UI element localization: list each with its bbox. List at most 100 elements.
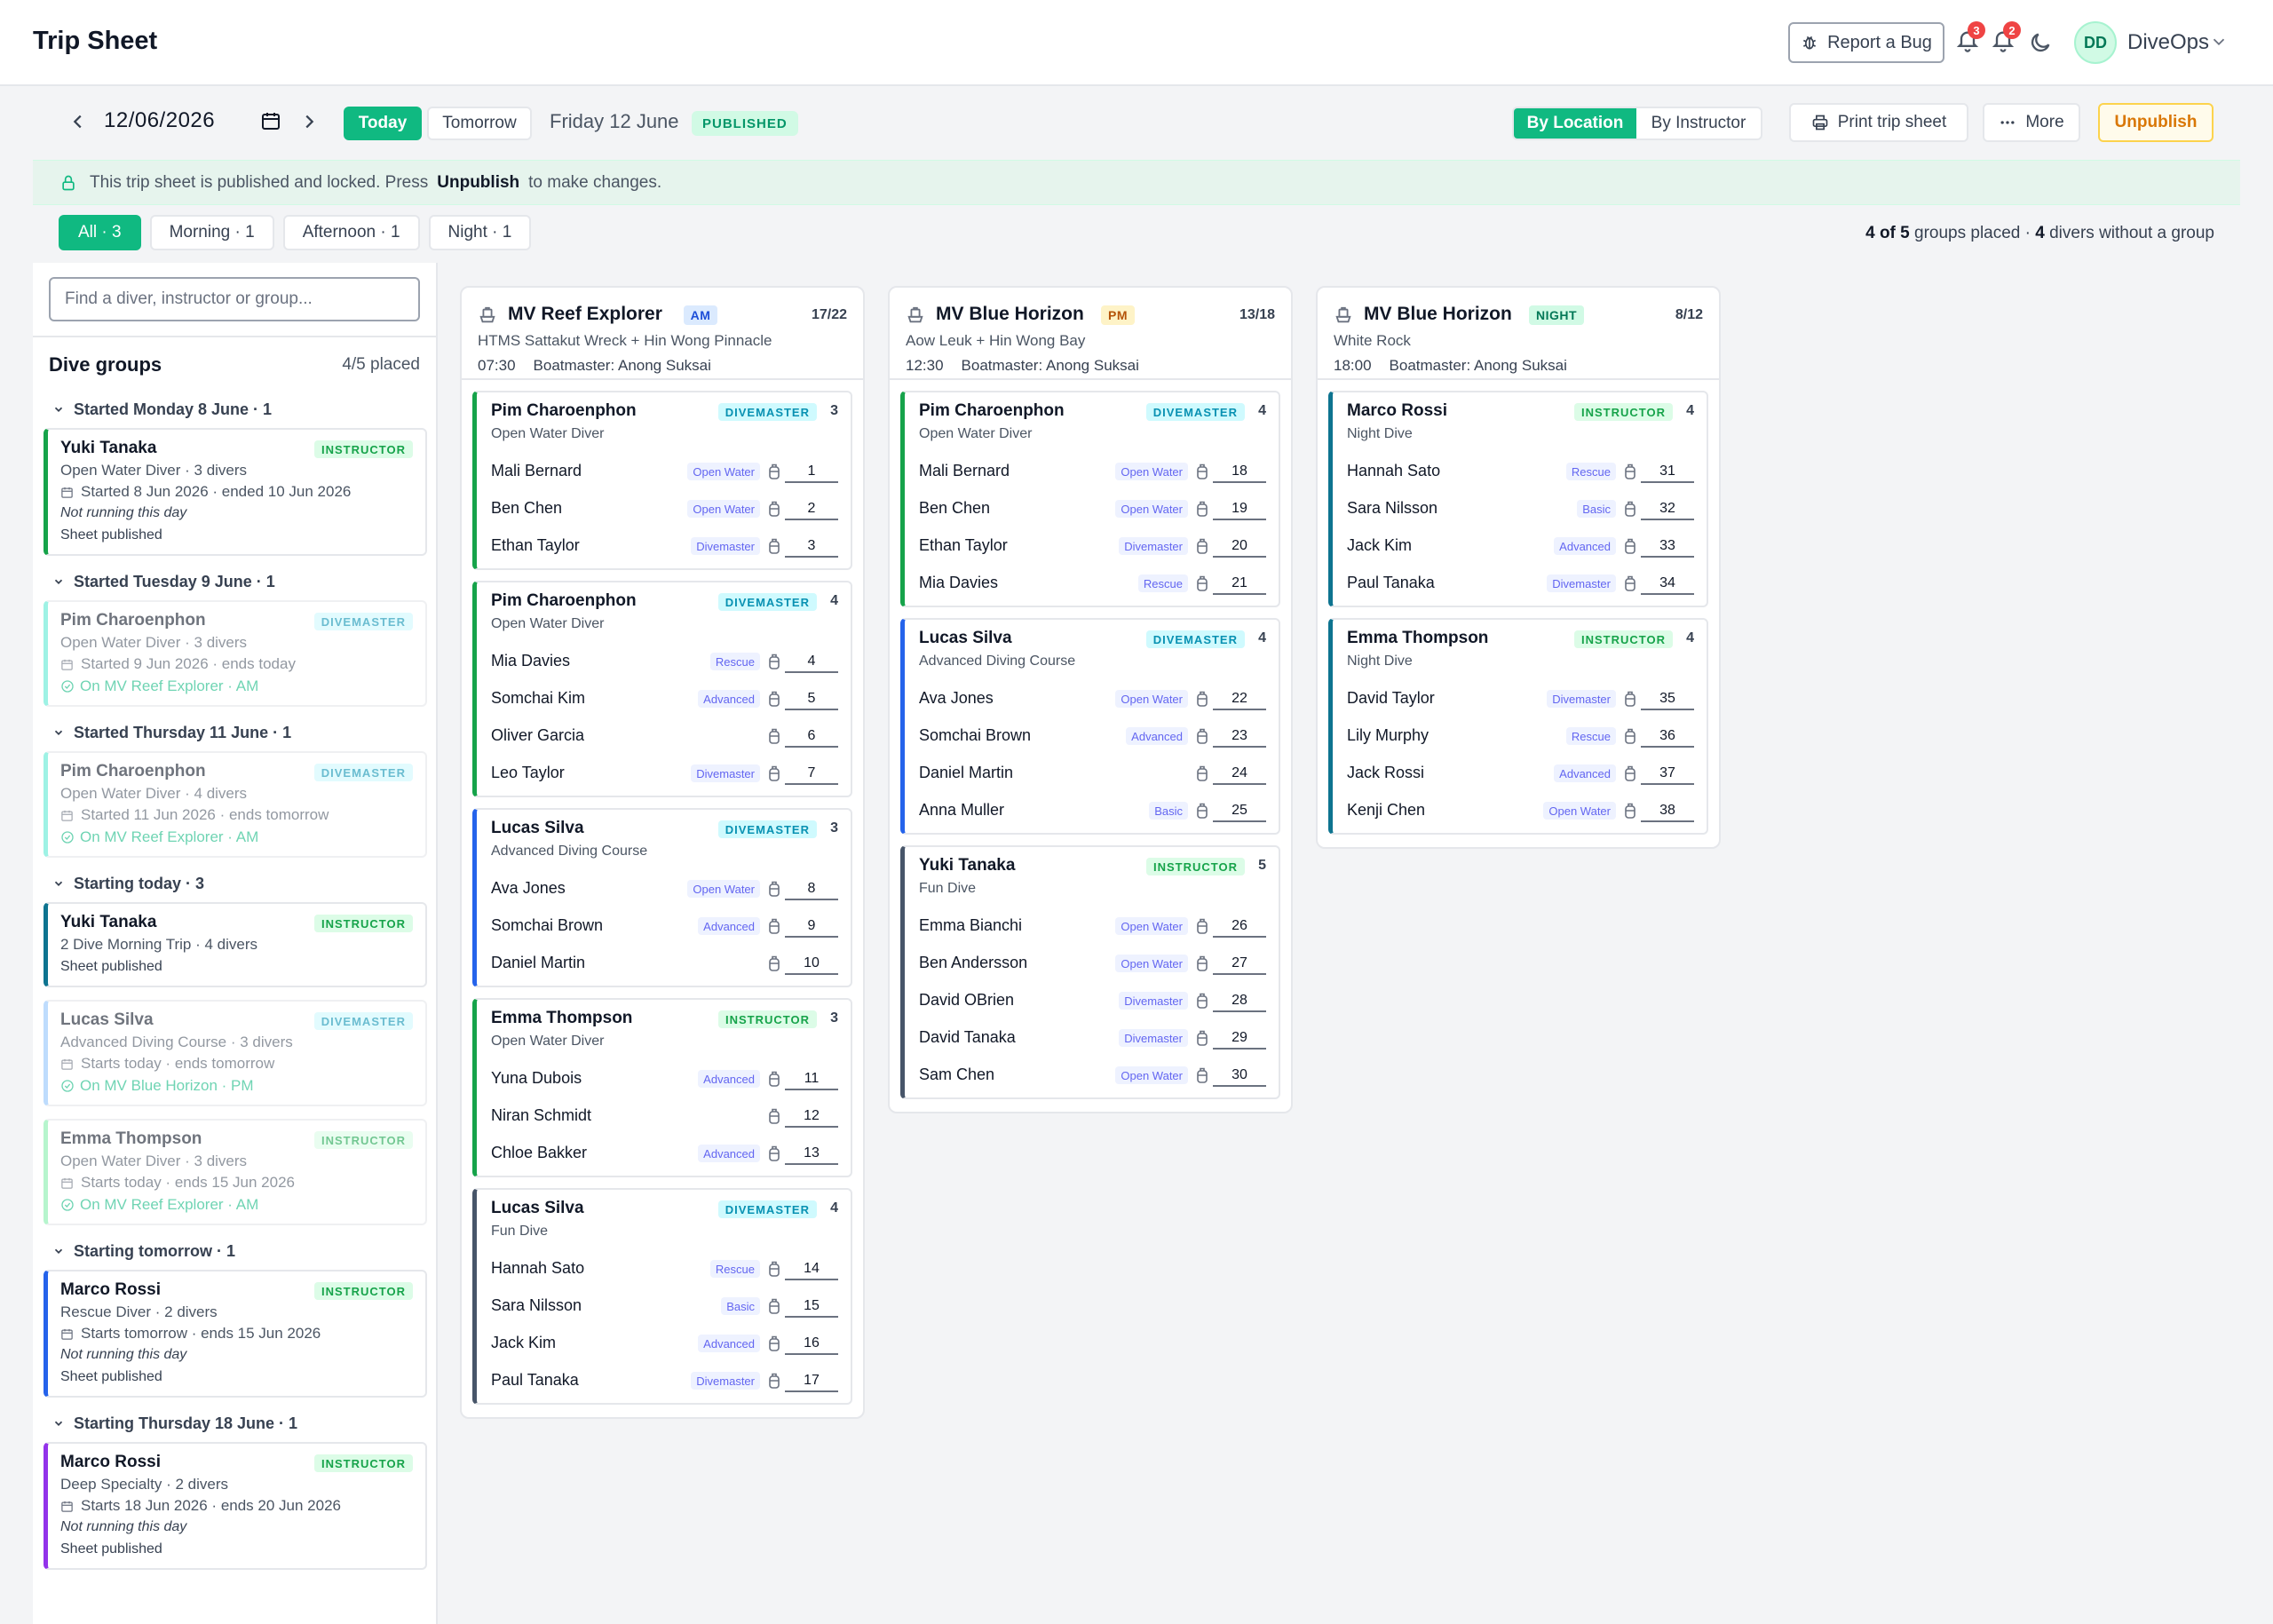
diver-row[interactable]: Oliver Garcia 6 [477, 717, 851, 755]
diver-row[interactable]: Sara Nilsson Basic 15 [477, 1287, 851, 1325]
tank-number-field[interactable]: 7 [785, 762, 838, 785]
chevron-right-icon[interactable] [299, 112, 319, 131]
trip-group[interactable]: Emma Thompson Night Dive INSTRUCTOR 4 David … [1328, 618, 1708, 835]
tank-number-field[interactable]: 15 [785, 1295, 838, 1318]
diver-row[interactable]: Kenji Chen Open Water 38 [1333, 792, 1707, 829]
tank-number-field[interactable]: 25 [1213, 799, 1266, 822]
chevron-left-icon[interactable] [68, 112, 88, 131]
tank-number-field[interactable]: 1 [785, 460, 838, 483]
group-card[interactable]: Pim Charoenphon DIVEMASTER Open Water Dive… [44, 751, 427, 858]
tank-number-field[interactable]: 3 [785, 535, 838, 558]
trip-group[interactable]: Lucas Silva Advanced Diving Course DIVEMAS… [472, 808, 852, 987]
diver-row[interactable]: Ben Chen Open Water 19 [905, 490, 1279, 527]
diver-row[interactable]: Ethan Taylor Divemaster 3 [477, 527, 851, 565]
diver-row[interactable]: David Taylor Divemaster 35 [1333, 680, 1707, 717]
chevron-down-icon[interactable] [2209, 32, 2229, 51]
diver-row[interactable]: David OBrien Divemaster 28 [905, 982, 1279, 1019]
tank-number-field[interactable]: 8 [785, 877, 838, 900]
tank-number-field[interactable]: 29 [1213, 1026, 1266, 1050]
diver-row[interactable]: Paul Tanaka Divemaster 17 [477, 1362, 851, 1399]
trip-group[interactable]: Marco Rossi Night Dive INSTRUCTOR 4 Hannah S… [1328, 391, 1708, 607]
group-card[interactable]: Yuki Tanaka INSTRUCTOR Open Water Diver · … [44, 428, 427, 556]
tank-number-field[interactable]: 17 [785, 1369, 838, 1392]
section-heading[interactable]: Starting tomorrow · 1 [44, 1238, 427, 1264]
section-heading[interactable]: Started Monday 8 June · 1 [44, 396, 427, 423]
diver-row[interactable]: Ben Chen Open Water 2 [477, 490, 851, 527]
section-heading[interactable]: Starting Thursday 18 June · 1 [44, 1410, 427, 1437]
chevron-down-icon[interactable] [52, 1417, 65, 1430]
diver-row[interactable]: Hannah Sato Rescue 14 [477, 1250, 851, 1287]
diver-row[interactable]: Sam Chen Open Water 30 [905, 1057, 1279, 1094]
chevron-down-icon[interactable] [52, 1245, 65, 1257]
diver-row[interactable]: Leo Taylor Divemaster 7 [477, 755, 851, 792]
chevron-down-icon[interactable] [52, 726, 65, 739]
tank-number-field[interactable]: 12 [785, 1105, 838, 1128]
trip-group[interactable]: Yuki Tanaka Fun Dive INSTRUCTOR 5 Emma Bianc… [900, 845, 1280, 1099]
tank-number-field[interactable]: 11 [785, 1067, 838, 1090]
tank-number-field[interactable]: 14 [785, 1257, 838, 1280]
tank-number-field[interactable]: 13 [785, 1142, 838, 1165]
tank-number-field[interactable]: 23 [1213, 725, 1266, 748]
diver-row[interactable]: Emma Bianchi Open Water 26 [905, 907, 1279, 945]
tank-number-field[interactable]: 34 [1641, 572, 1694, 595]
tank-number-field[interactable]: 5 [785, 687, 838, 710]
print-button[interactable]: Print trip sheet [1789, 103, 1968, 142]
diver-row[interactable]: Somchai Brown Advanced 9 [477, 907, 851, 945]
report-bug-button[interactable]: Report a Bug [1788, 22, 1944, 63]
tank-number-field[interactable]: 30 [1213, 1064, 1266, 1087]
tank-number-field[interactable]: 2 [785, 497, 838, 520]
diver-row[interactable]: Ethan Taylor Divemaster 20 [905, 527, 1279, 565]
today-button[interactable]: Today [344, 107, 422, 140]
group-card[interactable]: Marco Rossi INSTRUCTOR Rescue Diver · 2 di… [44, 1270, 427, 1398]
group-card[interactable]: Lucas Silva DIVEMASTER Advanced Diving Cou… [44, 1000, 427, 1106]
filter-all[interactable]: All · 3 [59, 215, 141, 250]
diver-row[interactable]: Niran Schmidt 12 [477, 1097, 851, 1135]
diver-row[interactable]: Paul Tanaka Divemaster 34 [1333, 565, 1707, 602]
org-name[interactable]: DiveOps [2127, 30, 2209, 55]
diver-row[interactable]: Daniel Martin 24 [905, 755, 1279, 792]
diver-row[interactable]: Jack Kim Advanced 16 [477, 1325, 851, 1362]
filter-night[interactable]: Night · 1 [428, 215, 532, 250]
tank-number-field[interactable]: 26 [1213, 915, 1266, 938]
section-heading[interactable]: Started Thursday 11 June · 1 [44, 719, 427, 746]
tank-number-field[interactable]: 19 [1213, 497, 1266, 520]
diver-row[interactable]: Lily Murphy Rescue 36 [1333, 717, 1707, 755]
avatar[interactable]: DD [2074, 21, 2117, 64]
trip-group[interactable]: Pim Charoenphon Open Water Diver DIVEMASTE… [900, 391, 1280, 607]
section-heading[interactable]: Started Tuesday 9 June · 1 [44, 568, 427, 595]
tank-number-field[interactable]: 10 [785, 952, 838, 975]
tank-number-field[interactable]: 32 [1641, 497, 1694, 520]
diver-row[interactable]: David Tanaka Divemaster 29 [905, 1019, 1279, 1057]
search-input[interactable]: Find a diver, instructor or group... [49, 277, 420, 321]
diver-row[interactable]: Anna Muller Basic 25 [905, 792, 1279, 829]
tank-number-field[interactable]: 18 [1213, 460, 1266, 483]
group-card[interactable]: Pim Charoenphon DIVEMASTER Open Water Dive… [44, 600, 427, 707]
filter-morning[interactable]: Morning · 1 [149, 215, 274, 250]
group-card[interactable]: Marco Rossi INSTRUCTOR Deep Specialty · 2 … [44, 1442, 427, 1570]
filter-afternoon[interactable]: Afternoon · 1 [282, 215, 420, 250]
tank-number-field[interactable]: 31 [1641, 460, 1694, 483]
tank-number-field[interactable]: 24 [1213, 762, 1266, 785]
diver-row[interactable]: Yuna Dubois Advanced 11 [477, 1060, 851, 1097]
tank-number-field[interactable]: 37 [1641, 762, 1694, 785]
diver-row[interactable]: Chloe Bakker Advanced 13 [477, 1135, 851, 1172]
view-by-location-button[interactable]: By Location [1514, 108, 1637, 139]
diver-row[interactable]: Daniel Martin 10 [477, 945, 851, 982]
calendar-icon[interactable] [260, 110, 281, 131]
alerts-button[interactable]: 2 [1991, 21, 2021, 55]
chevron-down-icon[interactable] [52, 403, 65, 416]
diver-row[interactable]: Ava Jones Open Water 8 [477, 870, 851, 907]
tank-number-field[interactable]: 35 [1641, 687, 1694, 710]
diver-row[interactable]: Sara Nilsson Basic 32 [1333, 490, 1707, 527]
tank-number-field[interactable]: 36 [1641, 725, 1694, 748]
tank-number-field[interactable]: 33 [1641, 535, 1694, 558]
diver-row[interactable]: Jack Rossi Advanced 37 [1333, 755, 1707, 792]
notifications-button[interactable]: 3 [1955, 21, 1985, 55]
diver-row[interactable]: Somchai Brown Advanced 23 [905, 717, 1279, 755]
tank-number-field[interactable]: 27 [1213, 952, 1266, 975]
view-by-instructor-button[interactable]: By Instructor [1636, 108, 1761, 139]
date-input[interactable]: 12/06/2026 [104, 108, 215, 133]
chevron-down-icon[interactable] [52, 575, 65, 588]
moon-icon[interactable] [2028, 30, 2053, 55]
diver-row[interactable]: Ben Andersson Open Water 27 [905, 945, 1279, 982]
